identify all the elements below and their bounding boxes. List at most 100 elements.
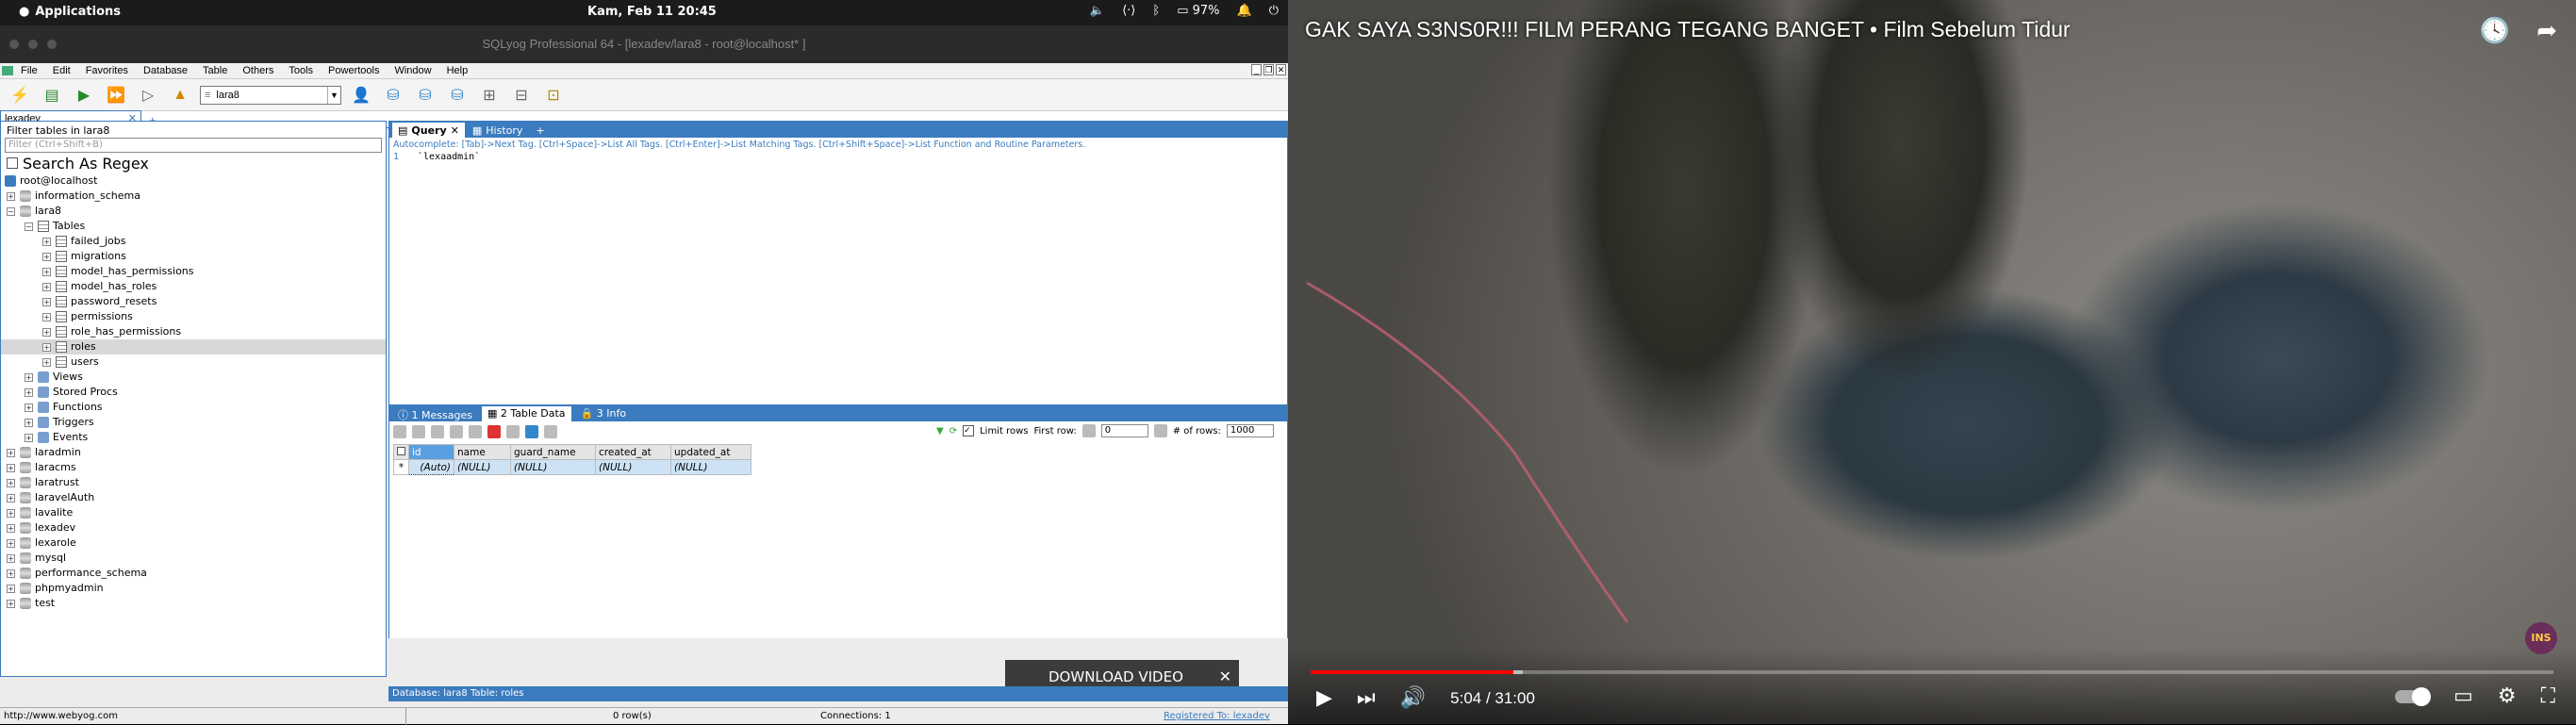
query-builder-icon[interactable]: ⊟ — [509, 83, 534, 107]
duplicate-row-icon[interactable] — [431, 425, 444, 438]
expand-icon[interactable]: + — [42, 238, 51, 246]
filter-icon[interactable]: ▼ — [936, 426, 944, 437]
share-icon[interactable]: ➦ — [2536, 17, 2557, 45]
menu-table[interactable]: Table — [203, 65, 227, 76]
tree-node[interactable]: + laravelAuth — [1, 490, 386, 505]
grid-view-icon[interactable] — [525, 425, 538, 438]
play-icon[interactable]: ▶ — [1316, 686, 1332, 710]
tree-node[interactable]: − Tables — [1, 219, 386, 234]
backup-icon[interactable]: ⛁ — [445, 83, 470, 107]
add-query-tab-icon[interactable]: + — [530, 123, 550, 138]
mdi-close-icon[interactable]: ✕ — [1276, 64, 1286, 75]
table-cell[interactable]: (NULL) — [595, 459, 671, 475]
new-connection-icon[interactable]: ⚡ — [8, 83, 32, 107]
expand-icon[interactable]: + — [7, 569, 15, 578]
expand-icon[interactable]: + — [25, 388, 33, 397]
tree-node[interactable]: + migrations — [1, 249, 386, 264]
tab-info[interactable]: 🔒 3 Info — [575, 406, 633, 421]
prev-page-icon[interactable] — [1082, 424, 1096, 437]
tree-node[interactable]: + permissions — [1, 309, 386, 324]
expand-icon[interactable]: + — [7, 192, 15, 201]
power-icon[interactable]: ⏻ — [1269, 4, 1279, 18]
expand-icon[interactable]: + — [7, 539, 15, 548]
minimize-dot-icon[interactable] — [28, 40, 38, 49]
notification-icon[interactable]: 🔔 — [1237, 4, 1252, 18]
expand-icon[interactable]: + — [25, 373, 33, 382]
tree-node[interactable]: + phpmyadmin — [1, 581, 386, 596]
maximize-dot-icon[interactable] — [47, 40, 57, 49]
progress-bar[interactable] — [1311, 670, 2553, 674]
expand-icon[interactable]: + — [25, 434, 33, 442]
query-editor[interactable]: Autocomplete: [Tab]->Next Tag. [Ctrl+Spa… — [388, 138, 1288, 404]
watch-later-icon[interactable]: 🕓 — [2480, 17, 2510, 45]
column-header-updated-at[interactable]: updated_at — [670, 444, 751, 460]
tree-node[interactable]: + password_resets — [1, 294, 386, 309]
expand-icon[interactable]: + — [25, 404, 33, 412]
delete-row-icon[interactable] — [487, 425, 501, 438]
expand-icon[interactable]: + — [7, 479, 15, 487]
tree-node[interactable]: + Events — [1, 430, 386, 445]
tree-node[interactable]: + lexadev — [1, 520, 386, 536]
select-all-checkbox[interactable] — [397, 446, 405, 455]
autoplay-toggle[interactable] — [2395, 686, 2432, 706]
collapse-icon[interactable]: − — [7, 207, 15, 216]
tab-query[interactable]: ▤ Query ✕ — [392, 123, 465, 138]
tree-node[interactable]: + laratrust — [1, 475, 386, 490]
form-view-icon[interactable] — [544, 425, 557, 438]
column-header-guard-name[interactable]: guard_name — [510, 444, 596, 460]
tree-node[interactable]: + Triggers — [1, 415, 386, 430]
registered-link[interactable]: Registered To: lexadev — [1164, 708, 1270, 725]
volume-icon[interactable]: 🔈 — [1090, 4, 1105, 18]
tree-node[interactable]: + test — [1, 596, 386, 611]
tree-node[interactable]: + lavalite — [1, 505, 386, 520]
menu-powertools[interactable]: Powertools — [328, 65, 379, 76]
expand-icon[interactable]: + — [7, 464, 15, 472]
menu-tools[interactable]: Tools — [289, 65, 313, 76]
tree-node[interactable]: + information_schema — [1, 189, 386, 204]
tree-node[interactable]: + failed_jobs — [1, 234, 386, 249]
collapse-icon[interactable]: − — [25, 222, 33, 231]
tree-node[interactable]: + lexarole — [1, 536, 386, 551]
menu-database[interactable]: Database — [143, 65, 188, 76]
table-cell[interactable]: (Auto) — [408, 459, 454, 475]
channel-watermark[interactable]: INS — [2525, 622, 2557, 654]
tree-node[interactable]: + Functions — [1, 400, 386, 415]
menu-edit[interactable]: Edit — [53, 65, 71, 76]
save-icon[interactable] — [469, 425, 482, 438]
applications-menu[interactable]: ● Applications — [19, 5, 121, 19]
video-title[interactable]: GAK SAYA S3NS0R!!! FILM PERANG TEGANG BA… — [1305, 17, 2071, 42]
expand-icon[interactable]: + — [7, 524, 15, 533]
refresh-object-icon[interactable]: ▲ — [168, 83, 192, 107]
tab-history[interactable]: ▦ History — [467, 123, 529, 138]
subtitles-icon[interactable]: ▭ — [2453, 684, 2473, 708]
expand-icon[interactable]: + — [7, 554, 15, 563]
expand-icon[interactable]: + — [42, 298, 51, 306]
tree-node[interactable]: + Views — [1, 370, 386, 385]
video-player[interactable]: GAK SAYA S3NS0R!!! FILM PERANG TEGANG BA… — [1288, 0, 2576, 724]
tree-node[interactable]: + performance_schema — [1, 566, 386, 581]
tree-node[interactable]: + model_has_roles — [1, 279, 386, 294]
regex-option[interactable]: Search As Regex — [1, 153, 386, 173]
tree-node[interactable]: + Stored Procs — [1, 385, 386, 400]
create-database-icon[interactable]: ⛁ — [381, 83, 405, 107]
app-menu-icon[interactable] — [2, 66, 13, 75]
refresh-icon[interactable]: ⟳ — [949, 426, 957, 437]
close-tab-icon[interactable]: ✕ — [451, 124, 459, 137]
network-icon[interactable]: ⟨·⟩ — [1122, 4, 1135, 18]
expand-icon[interactable]: + — [42, 283, 51, 291]
column-header-created-at[interactable]: created_at — [595, 444, 671, 460]
execute-icon[interactable]: ▶ — [72, 83, 96, 107]
mdi-restore-icon[interactable]: ❐ — [1263, 64, 1274, 75]
expand-icon[interactable]: + — [42, 328, 51, 337]
expand-icon[interactable]: + — [42, 313, 51, 321]
expand-icon[interactable]: + — [7, 585, 15, 593]
tab-messages[interactable]: ⓘ 1 Messages — [392, 406, 478, 421]
database-select[interactable]: ≡ lara8 ▼ — [200, 85, 341, 105]
table-cell[interactable]: (NULL) — [510, 459, 596, 475]
expand-icon[interactable]: + — [42, 253, 51, 261]
menu-window[interactable]: Window — [394, 65, 431, 76]
menu-file[interactable]: File — [21, 65, 38, 76]
mdi-minimize-icon[interactable]: _ — [1251, 64, 1262, 75]
table-row[interactable]: * (Auto) (NULL) (NULL) (NULL) (NULL) — [393, 459, 751, 475]
battery-indicator[interactable]: ▭ 97% — [1177, 4, 1219, 18]
